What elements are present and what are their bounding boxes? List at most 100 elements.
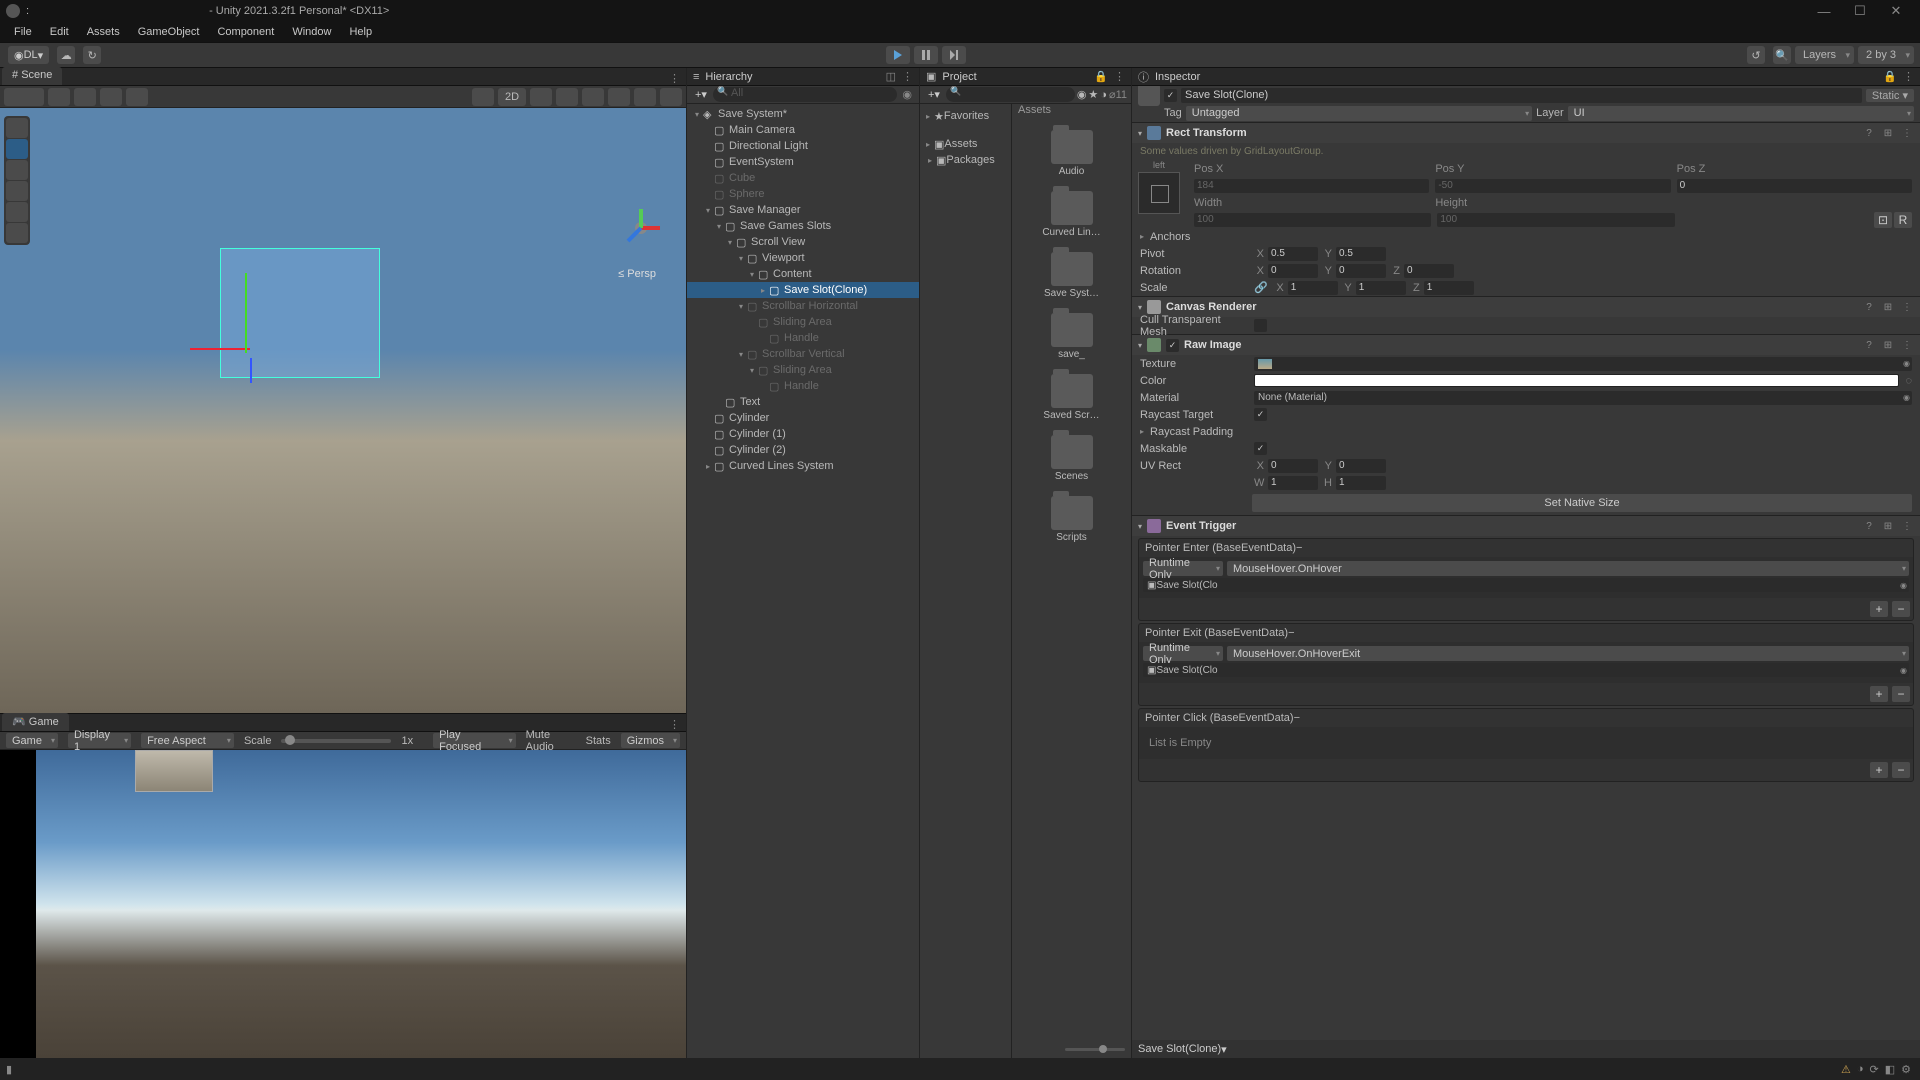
remove-callback-button[interactable]: − xyxy=(1892,686,1910,702)
scene-viewport[interactable]: ≤ Persp xyxy=(0,108,686,713)
raw-mode-button[interactable]: R xyxy=(1894,212,1912,228)
hierarchy-node[interactable]: ▾▢Scrollbar Vertical xyxy=(687,346,919,362)
cull-transparent-checkbox[interactable] xyxy=(1254,319,1267,332)
mute-audio-toggle[interactable]: Mute Audio xyxy=(526,729,576,753)
maskable-checkbox[interactable]: ✓ xyxy=(1254,442,1267,455)
audio-toggle[interactable] xyxy=(556,88,578,106)
inspector-lock-icon[interactable]: 🔒 xyxy=(1883,70,1897,83)
help-icon[interactable]: ? xyxy=(1862,128,1876,139)
texture-field[interactable] xyxy=(1254,357,1912,371)
scene-view-dropdown[interactable] xyxy=(4,88,44,106)
function-dropdown[interactable]: MouseHover.OnHover xyxy=(1227,561,1909,576)
pivot-dropdown[interactable] xyxy=(48,88,70,106)
foldout-icon[interactable]: ▾ xyxy=(1138,341,1142,350)
hierarchy-add-button[interactable]: +▾ xyxy=(691,88,711,101)
transform-tool[interactable] xyxy=(6,223,28,243)
hierarchy-node[interactable]: ▢EventSystem xyxy=(687,154,919,170)
camera-dropdown[interactable] xyxy=(634,88,656,106)
raycast-target-checkbox[interactable]: ✓ xyxy=(1254,408,1267,421)
component-menu-icon[interactable]: ⋮ xyxy=(1900,128,1914,139)
hierarchy-node[interactable]: ▢Main Camera xyxy=(687,122,919,138)
hierarchy-search-input[interactable]: All xyxy=(713,87,897,102)
anchors-foldout[interactable]: Anchors xyxy=(1150,231,1258,243)
function-dropdown[interactable]: MouseHover.OnHoverExit xyxy=(1227,646,1909,661)
gizmo-y-axis-icon[interactable] xyxy=(245,273,247,353)
hierarchy-node[interactable]: ▢Sphere xyxy=(687,186,919,202)
hierarchy-node[interactable]: ▾▢Save Games Slots xyxy=(687,218,919,234)
hierarchy-node[interactable]: ▢Cylinder (2) xyxy=(687,442,919,458)
rot-x-field[interactable] xyxy=(1268,264,1318,278)
status-icon-3[interactable]: ⟳ xyxy=(1870,1063,1879,1076)
project-folder[interactable]: Scripts xyxy=(1048,496,1096,543)
preset-icon[interactable]: ⊞ xyxy=(1881,128,1895,139)
rot-z-field[interactable] xyxy=(1404,264,1454,278)
remove-callback-button[interactable]: − xyxy=(1892,762,1910,778)
gizmos-dropdown[interactable] xyxy=(660,88,682,106)
static-dropdown[interactable]: Static ▾ xyxy=(1866,89,1914,102)
console-toggle[interactable]: ▮ xyxy=(6,1063,12,1076)
uv-x-field[interactable] xyxy=(1268,459,1318,473)
hierarchy-node[interactable]: ▢Cylinder xyxy=(687,410,919,426)
cloud-icon[interactable]: ☁ xyxy=(57,46,75,64)
width-field[interactable] xyxy=(1194,213,1431,227)
fx-toggle[interactable] xyxy=(582,88,604,106)
active-checkbox[interactable]: ✓ xyxy=(1164,89,1177,102)
pivot-x-field[interactable] xyxy=(1268,247,1318,261)
project-add-button[interactable]: +▾ xyxy=(924,88,944,101)
hierarchy-node[interactable]: ▾▢Scrollbar Horizontal xyxy=(687,298,919,314)
menu-component[interactable]: Component xyxy=(209,24,282,40)
rot-y-field[interactable] xyxy=(1336,264,1386,278)
hierarchy-node[interactable]: ▾◈Save System* xyxy=(687,106,919,122)
hierarchy-node[interactable]: ▾▢Content xyxy=(687,266,919,282)
uv-w-field[interactable] xyxy=(1268,476,1318,490)
hierarchy-node[interactable]: ▢Sliding Area xyxy=(687,314,919,330)
project-folder[interactable]: Scenes xyxy=(1048,435,1096,482)
project-menu-icon[interactable]: ⋮ xyxy=(1114,70,1125,83)
scene-menu-icon[interactable]: ⋮ xyxy=(663,72,686,85)
call-state-dropdown[interactable]: Runtime Only xyxy=(1143,646,1223,661)
move-tool[interactable] xyxy=(6,139,28,159)
inspector-menu-icon[interactable]: ⋮ xyxy=(1903,70,1914,83)
history-icon[interactable]: ↻ xyxy=(83,46,101,64)
step-button[interactable] xyxy=(942,46,966,64)
gizmo-z-axis-icon[interactable] xyxy=(250,358,252,383)
hierarchy-node[interactable]: ▾▢Save Manager xyxy=(687,202,919,218)
project-folder[interactable]: Curved Lin… xyxy=(1048,191,1096,238)
layer-dropdown[interactable]: UI xyxy=(1568,106,1914,121)
blueprint-mode-button[interactable]: ⊡ xyxy=(1874,212,1892,228)
hierarchy-node[interactable]: ▾▢Sliding Area xyxy=(687,362,919,378)
undo-history-icon[interactable]: ↺ xyxy=(1747,46,1765,64)
help-icon[interactable]: ? xyxy=(1862,521,1876,532)
hierarchy-node[interactable]: ▸▢Curved Lines System xyxy=(687,458,919,474)
display-dropdown[interactable]: Display 1 xyxy=(68,733,131,748)
gizmo-x-axis-icon[interactable] xyxy=(190,348,250,350)
hierarchy-popout-icon[interactable]: ◫ xyxy=(886,70,896,83)
grid-dropdown[interactable] xyxy=(126,88,148,106)
status-icon-4[interactable]: ◧ xyxy=(1885,1063,1895,1076)
snap-dropdown[interactable] xyxy=(100,88,122,106)
help-icon[interactable]: ? xyxy=(1862,340,1876,351)
scale-tool[interactable] xyxy=(6,181,28,201)
foldout-icon[interactable]: ▾ xyxy=(1138,129,1142,138)
project-folder[interactable]: Saved Scr… xyxy=(1048,374,1096,421)
packages-folder[interactable]: ▸▣ Packages xyxy=(922,152,1009,168)
add-callback-button[interactable]: + xyxy=(1870,762,1888,778)
component-menu-icon[interactable]: ⋮ xyxy=(1900,340,1914,351)
hand-tool[interactable] xyxy=(6,118,28,138)
scale-slider[interactable] xyxy=(281,739,391,743)
menu-window[interactable]: Window xyxy=(284,24,339,40)
rotate-tool[interactable] xyxy=(6,160,28,180)
project-hidden-icon[interactable]: ◑ xyxy=(1100,89,1107,101)
project-folder[interactable]: save_ xyxy=(1048,313,1096,360)
orientation-gizmo-icon[interactable] xyxy=(616,203,666,253)
color-field[interactable] xyxy=(1254,374,1899,387)
menu-gameobject[interactable]: GameObject xyxy=(130,24,208,40)
menu-edit[interactable]: Edit xyxy=(42,24,77,40)
maximize-button[interactable]: ☐ xyxy=(1842,3,1878,19)
foldout-icon[interactable]: ▾ xyxy=(1138,522,1142,531)
2d-toggle[interactable]: 2D xyxy=(498,88,526,106)
assets-folder[interactable]: ▸▣ Assets xyxy=(922,136,1009,152)
pause-button[interactable] xyxy=(914,46,938,64)
menu-help[interactable]: Help xyxy=(341,24,380,40)
hierarchy-node[interactable]: ▢Handle xyxy=(687,378,919,394)
